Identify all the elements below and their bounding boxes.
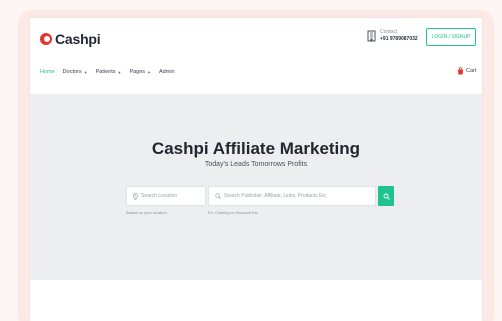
nav-item-label: Pages [129, 69, 146, 75]
nav-item-pages[interactable]: Pages ▼ [129, 69, 151, 75]
search-icon [215, 193, 221, 199]
contact-phone[interactable]: +91 9789087032 [380, 36, 418, 43]
location-input[interactable]: Search Location [126, 186, 206, 206]
page-screenshot: Cashpi Contact +91 9789087032 LOGIN / SI… [30, 18, 482, 321]
chevron-down-icon: ▼ [147, 69, 152, 75]
chevron-down-icon: ▼ [83, 69, 88, 75]
hero-section: Cashpi Affiliate Marketing Today's Leads… [30, 94, 482, 280]
nav-item-patients[interactable]: Patients ▼ [96, 69, 122, 75]
logo-mark-icon [40, 33, 52, 45]
location-hint: Based on your location [126, 210, 167, 215]
main-nav: Home Doctors ▼ Patients ▼ Pages ▼ Admin [40, 69, 183, 75]
nav-item-home[interactable]: Home [40, 69, 55, 75]
search-placeholder: Search Publisher, Affiliate, Links, Prod… [224, 193, 327, 199]
logo-text: Cashpi [55, 31, 101, 47]
shopping-bag-icon [458, 67, 463, 75]
search-input[interactable]: Search Publisher, Affiliate, Links, Prod… [208, 186, 376, 206]
hero-title: Cashpi Affiliate Marketing [151, 139, 361, 158]
chevron-down-icon: ▼ [117, 69, 122, 75]
contact-info: Contact +91 9789087032 [367, 29, 418, 43]
hero-subtitle: Today's Leads Tomorrows Profits [204, 161, 308, 168]
nav-item-admin[interactable]: Admin [159, 69, 175, 75]
nav-item-doctors[interactable]: Doctors ▼ [63, 69, 88, 75]
login-signup-button[interactable]: LOGIN / SIGNUP [426, 28, 476, 46]
logo[interactable]: Cashpi [40, 31, 101, 47]
map-pin-icon [133, 192, 138, 200]
nav-item-label: Admin [159, 69, 175, 75]
search-hint: Ex: Clothing or Discount Etc [208, 210, 258, 215]
contact-label: Contact [380, 29, 398, 35]
search-button[interactable] [378, 186, 394, 206]
cart-label: Cart [466, 68, 477, 74]
cart-link[interactable]: Cart [457, 67, 476, 75]
nav-item-label: Home [40, 69, 55, 75]
location-placeholder: Search Location [141, 193, 178, 199]
nav-item-label: Doctors [62, 69, 82, 75]
search-icon [383, 193, 390, 200]
nav-item-label: Patients [95, 69, 116, 75]
building-icon [367, 30, 376, 42]
